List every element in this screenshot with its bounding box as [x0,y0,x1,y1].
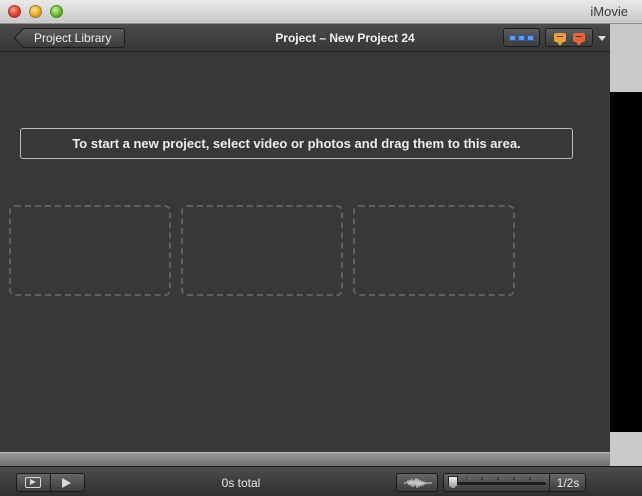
pane-divider[interactable] [0,452,610,466]
thumbnail-view-icon [518,35,525,41]
project-drop-area[interactable]: To start a new project, select video or … [0,52,610,452]
project-total-duration: 0s total [221,476,261,490]
viewer-edge [610,92,642,432]
project-header: Project Library Project – New Project 24 [0,24,610,52]
slider-thumb[interactable] [448,476,458,489]
bottom-toolbar: 0s total 1/2s [0,466,642,496]
drop-instruction: To start a new project, select video or … [20,128,573,159]
thumbnail-view-button[interactable] [503,28,540,47]
drop-slot[interactable] [353,205,515,296]
minimize-window-button[interactable] [29,5,42,18]
thumbnail-size-control: 1/2s [443,473,586,492]
drop-slot[interactable] [9,205,171,296]
play-fullscreen-icon[interactable] [25,477,41,488]
divider [549,474,550,491]
project-title: Project – New Project 24 [275,31,415,45]
thumbnail-duration-label: 1/2s [556,476,580,490]
thumbnail-view-icon [509,35,516,41]
slider-ticks [466,477,531,480]
project-library-button[interactable]: Project Library [14,28,125,48]
play-icon[interactable] [62,478,71,488]
marker-button[interactable] [545,28,593,47]
thumbnail-view-icon [527,35,534,41]
playback-controls [16,473,85,492]
imovie-window: iMovie Project Library Project – New Pro… [0,0,642,496]
chapter-marker-icon [573,33,585,46]
audio-waveform-button[interactable] [396,473,438,492]
drop-slot[interactable] [181,205,343,296]
close-window-button[interactable] [8,5,21,18]
marker-dropdown-icon[interactable] [598,36,606,41]
app-title: iMovie [590,4,628,19]
title-bar: iMovie [0,0,642,24]
slider-track[interactable] [452,482,546,485]
zoom-window-button[interactable] [50,5,63,18]
divider [50,474,51,491]
audio-waveform-icon [404,477,432,489]
comment-marker-icon [554,33,566,46]
